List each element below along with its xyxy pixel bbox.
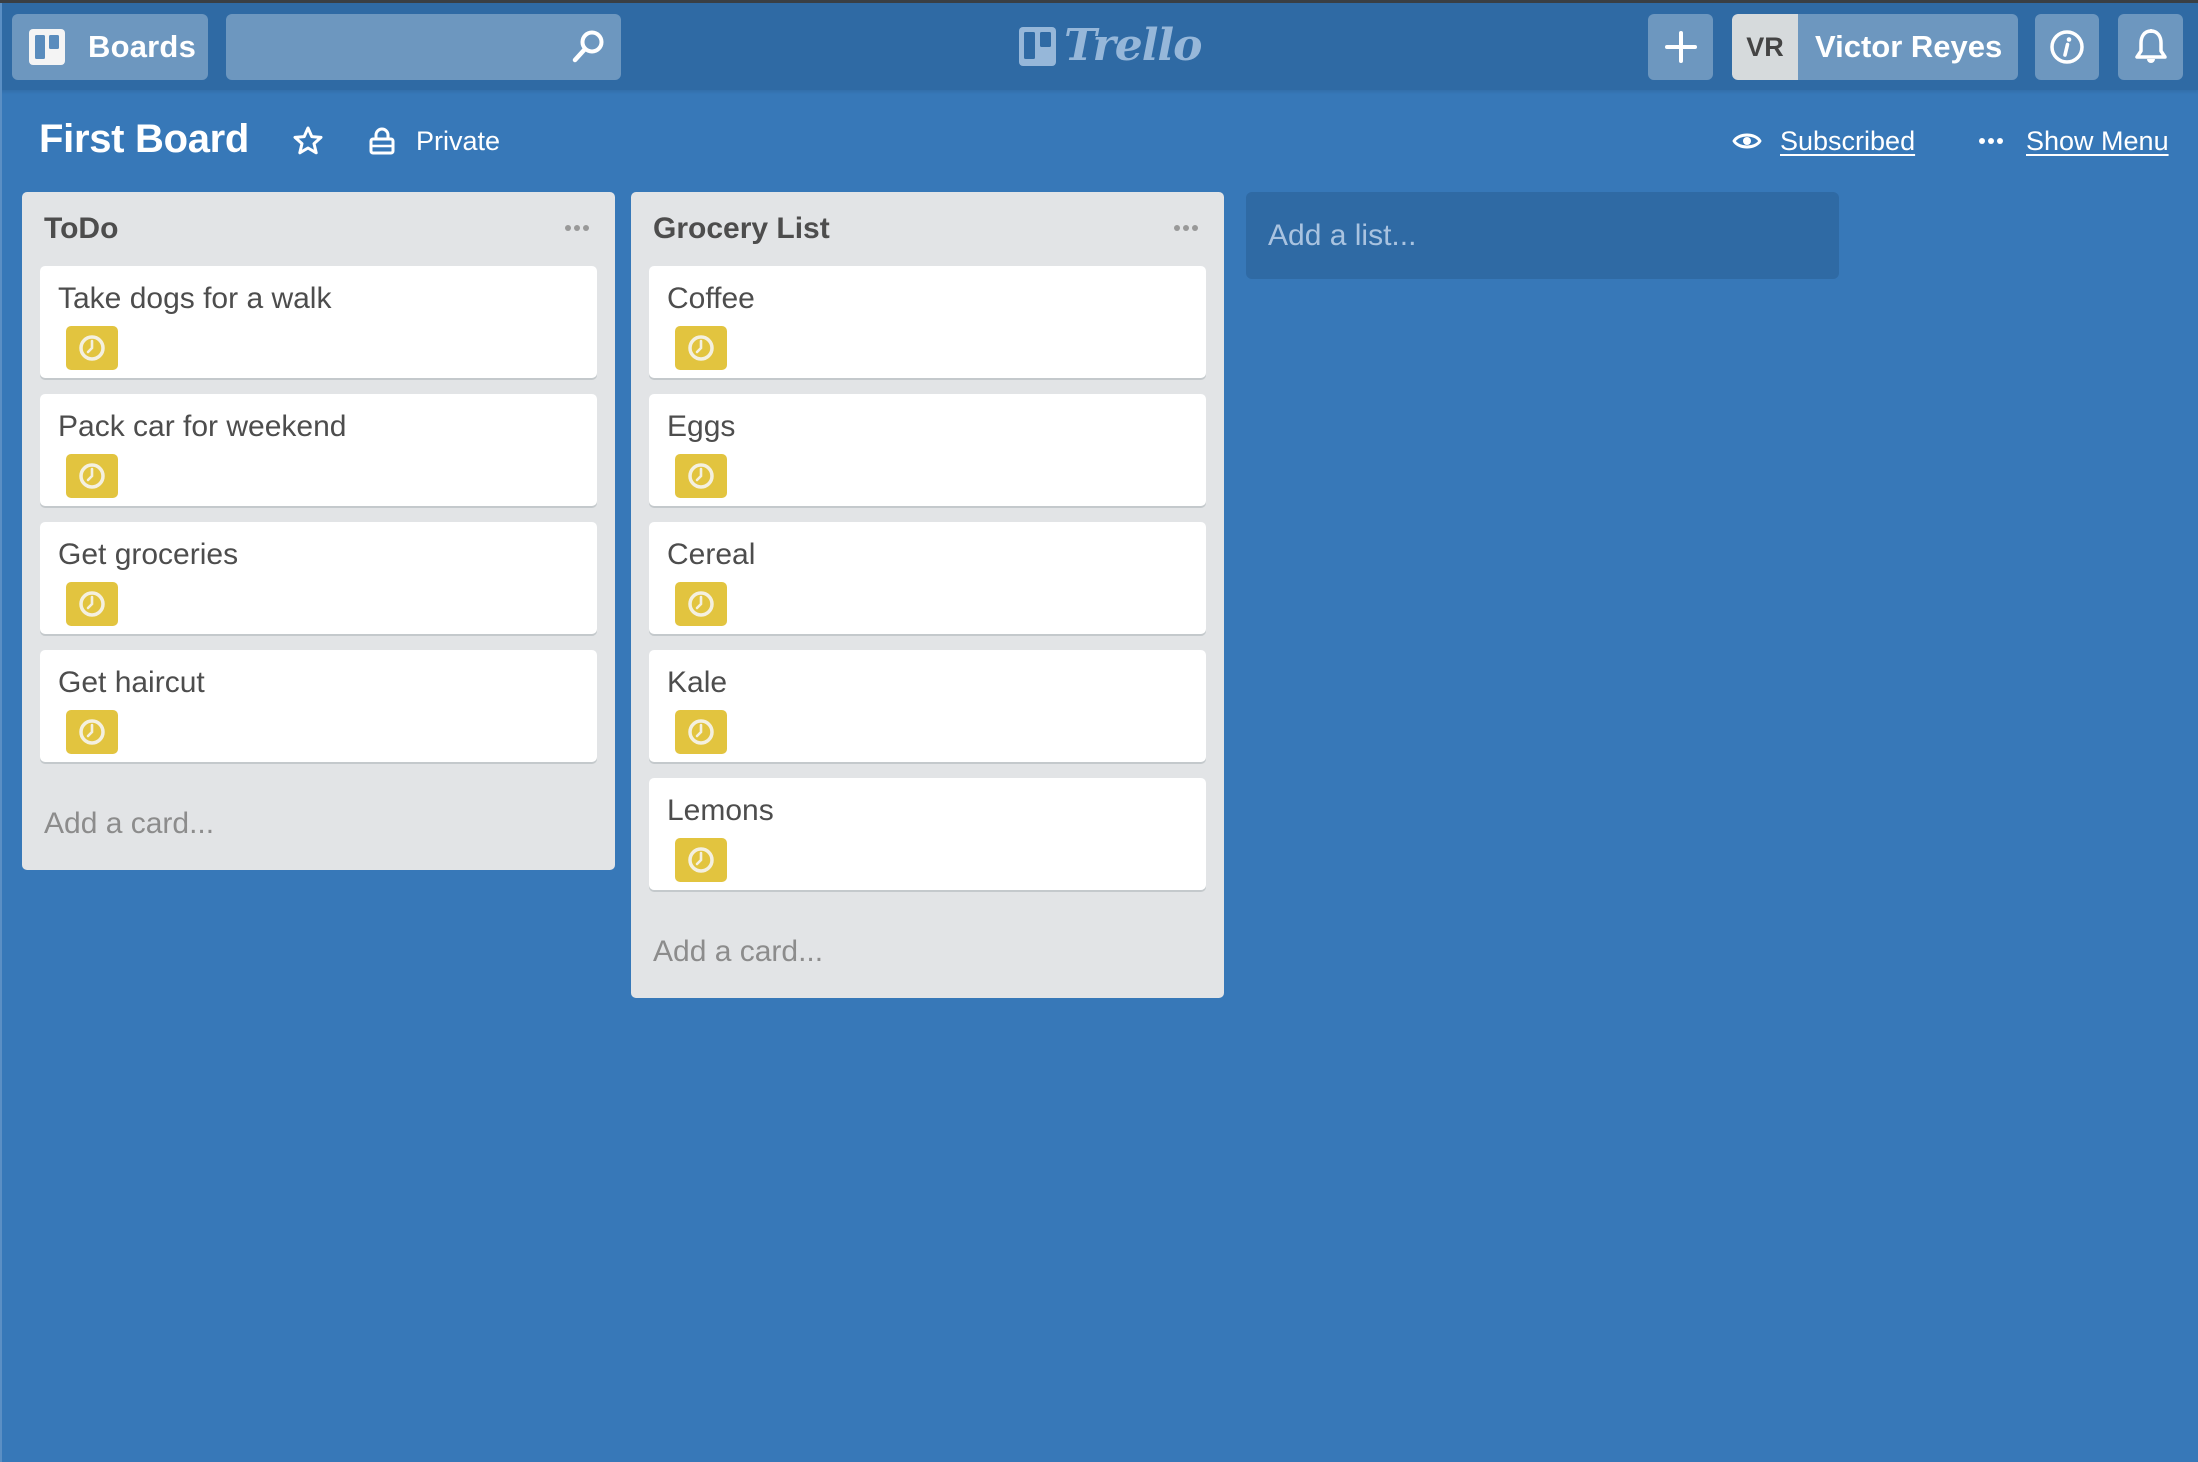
clock-icon bbox=[79, 335, 105, 361]
search-box[interactable] bbox=[226, 14, 621, 80]
due-date-badge bbox=[675, 326, 727, 370]
clock-icon bbox=[688, 847, 714, 873]
eye-icon bbox=[1732, 133, 1762, 149]
lock-icon bbox=[369, 127, 395, 155]
clock-icon bbox=[79, 591, 105, 617]
list-menu-button[interactable] bbox=[1168, 216, 1204, 240]
card-title: Eggs bbox=[667, 410, 736, 443]
boards-icon bbox=[29, 29, 65, 65]
trello-logo[interactable]: Trello bbox=[1019, 24, 1202, 68]
user-menu-button[interactable]: VR Victor Reyes bbox=[1732, 14, 2018, 80]
add-card-button[interactable]: Add a card... bbox=[22, 778, 615, 870]
list-todo: ToDo Take dogs for a walk Pack car for w… bbox=[22, 192, 615, 870]
subscribed-label: Subscribed bbox=[1780, 125, 1916, 156]
card[interactable]: Lemons bbox=[649, 778, 1206, 890]
card-title: Coffee bbox=[667, 282, 755, 315]
visibility-button[interactable]: Private bbox=[368, 122, 500, 160]
list-title[interactable]: Grocery List bbox=[653, 212, 830, 246]
add-list-button[interactable]: Add a list... bbox=[1246, 192, 1839, 279]
card-title: Get groceries bbox=[58, 538, 239, 571]
search-input[interactable] bbox=[226, 14, 621, 80]
card-title: Pack car for weekend bbox=[58, 410, 347, 443]
star-icon[interactable] bbox=[292, 125, 324, 157]
add-button[interactable] bbox=[1648, 14, 1713, 80]
card[interactable]: Get groceries bbox=[40, 522, 597, 634]
card[interactable]: Pack car for weekend bbox=[40, 394, 597, 506]
card-title: Kale bbox=[667, 666, 728, 699]
card[interactable]: Coffee bbox=[649, 266, 1206, 378]
more-dots-icon bbox=[1174, 225, 1198, 231]
add-card-button[interactable]: Add a card... bbox=[631, 906, 1224, 998]
subscribed-button[interactable]: Subscribed bbox=[1732, 122, 1915, 160]
clock-icon bbox=[688, 463, 714, 489]
card[interactable]: Take dogs for a walk bbox=[40, 266, 597, 378]
visibility-label: Private bbox=[416, 125, 501, 156]
card-title: Get haircut bbox=[58, 666, 205, 699]
due-date-badge bbox=[675, 710, 727, 754]
boards-button[interactable]: Boards bbox=[12, 14, 208, 80]
clock-icon bbox=[79, 463, 105, 489]
more-dots-icon bbox=[1979, 138, 2003, 144]
card[interactable]: Cereal bbox=[649, 522, 1206, 634]
card[interactable]: Get haircut bbox=[40, 650, 597, 762]
boards-label: Boards bbox=[88, 29, 197, 64]
due-date-badge bbox=[675, 582, 727, 626]
due-date-badge bbox=[66, 710, 118, 754]
show-menu-label: Show Menu bbox=[2026, 125, 2169, 156]
card-title: Cereal bbox=[667, 538, 756, 571]
search-icon[interactable] bbox=[569, 28, 607, 66]
list-header: Grocery List bbox=[631, 192, 1224, 266]
show-menu-button[interactable]: Show Menu bbox=[1978, 122, 2169, 160]
bell-icon bbox=[2134, 29, 2167, 63]
list-menu-button[interactable] bbox=[559, 216, 595, 240]
due-date-badge bbox=[675, 838, 727, 882]
plus-icon bbox=[1664, 31, 1697, 63]
window-left-border bbox=[0, 0, 2, 1462]
clock-icon bbox=[79, 719, 105, 745]
top-header: Boards Trello VR Victor Reyes bbox=[0, 0, 2198, 90]
clock-icon bbox=[688, 591, 714, 617]
info-icon bbox=[2050, 30, 2084, 64]
more-dots-icon bbox=[565, 225, 589, 231]
board-title[interactable]: First Board bbox=[39, 117, 249, 162]
card-title: Take dogs for a walk bbox=[58, 282, 332, 315]
clock-icon bbox=[688, 719, 714, 745]
card[interactable]: Kale bbox=[649, 650, 1206, 762]
user-name: Victor Reyes bbox=[1815, 29, 2003, 64]
window-top-border bbox=[0, 0, 2198, 3]
list-title[interactable]: ToDo bbox=[44, 212, 118, 246]
card-title: Lemons bbox=[667, 794, 774, 827]
info-button[interactable] bbox=[2035, 14, 2099, 80]
clock-icon bbox=[688, 335, 714, 361]
due-date-badge bbox=[675, 454, 727, 498]
due-date-badge bbox=[66, 326, 118, 370]
list-grocery: Grocery List Coffee Eggs Cereal Kale Lem… bbox=[631, 192, 1224, 998]
notifications-button[interactable] bbox=[2118, 14, 2183, 80]
due-date-badge bbox=[66, 454, 118, 498]
avatar: VR bbox=[1732, 14, 1798, 80]
trello-logo-text: Trello bbox=[1064, 20, 1202, 71]
card[interactable]: Eggs bbox=[649, 394, 1206, 506]
trello-logo-icon bbox=[1019, 26, 1056, 66]
list-header: ToDo bbox=[22, 192, 615, 266]
due-date-badge bbox=[66, 582, 118, 626]
